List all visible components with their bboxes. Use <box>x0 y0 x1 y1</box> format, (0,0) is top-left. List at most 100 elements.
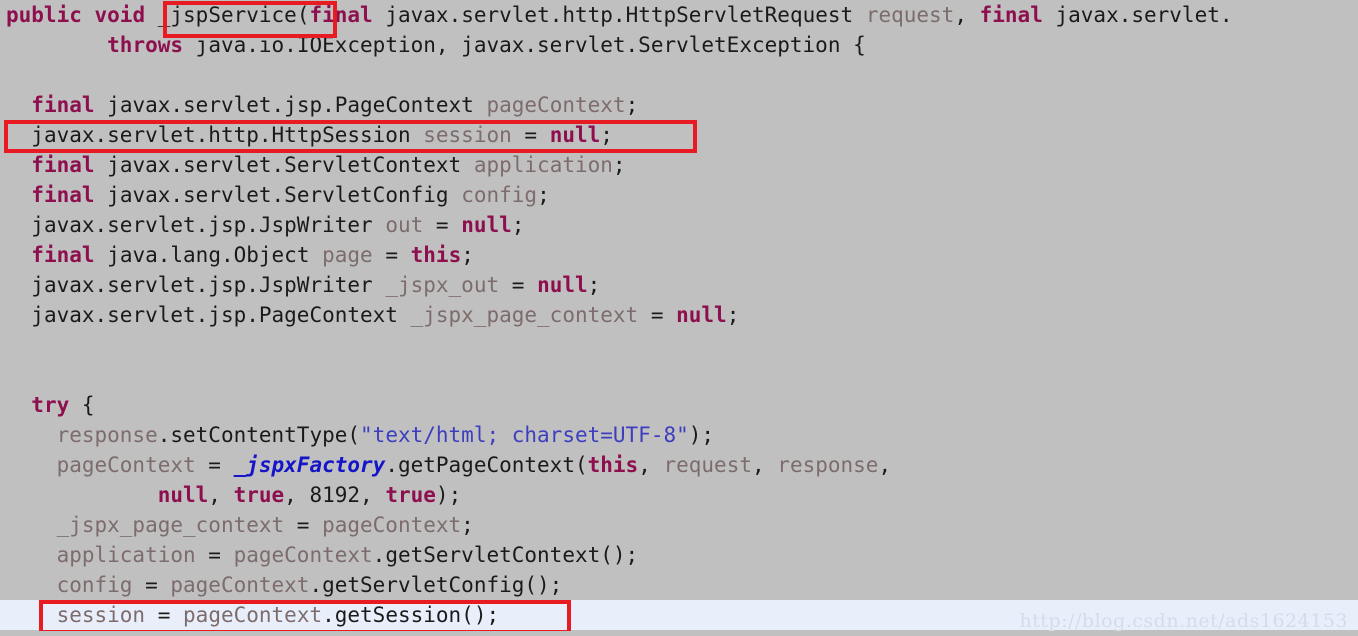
line-5-declare-session[interactable]: javax.servlet.http.HttpSession session =… <box>0 120 1358 150</box>
code-token: final <box>309 3 373 27</box>
code-token: , <box>208 483 234 507</box>
code-token: true <box>233 483 285 507</box>
code-token: javax.servlet.ServletConfig <box>107 183 449 207</box>
code-token: ; <box>612 153 626 177</box>
code-token: this <box>587 453 639 477</box>
code-token: final <box>979 3 1043 27</box>
code-token: true <box>385 483 436 507</box>
code-token: 8192 <box>309 483 361 507</box>
line-18-assign-jspx-page-context[interactable]: _jspx_page_context = pageContext; <box>0 510 1358 540</box>
code-token: config <box>461 183 538 207</box>
line-20-assign-config[interactable]: config = pageContext.getServletConfig(); <box>0 570 1358 600</box>
line-17-get-page-context-args[interactable]: null, true, 8192, true); <box>0 480 1358 510</box>
code-token: config <box>56 573 133 597</box>
code-token: = <box>195 453 234 477</box>
line-14-try[interactable]: try { <box>0 390 1358 420</box>
code-token: pageContext <box>486 93 626 117</box>
code-token: java.lang.Object <box>107 243 310 267</box>
code-token: null <box>461 213 512 237</box>
code-token: null <box>157 483 209 507</box>
line-6-declare-application[interactable]: final javax.servlet.ServletContext appli… <box>0 150 1358 180</box>
line-10-declare-jspx-out[interactable]: javax.servlet.jsp.JspWriter _jspx_out = … <box>0 270 1358 300</box>
code-token: = <box>638 303 677 327</box>
code-token: null <box>676 303 727 327</box>
line-4-declare-pagecontext[interactable]: final javax.servlet.jsp.PageContext page… <box>0 90 1358 120</box>
code-token: session <box>423 123 512 147</box>
line-12-blank[interactable] <box>0 330 1358 360</box>
code-token: javax.servlet.ServletContext <box>107 153 462 177</box>
code-token: ; <box>537 183 550 207</box>
code-token: javax.servlet.jsp.JspWriter <box>31 273 373 297</box>
code-token: , <box>638 453 664 477</box>
code-token: , <box>360 483 386 507</box>
watermark-url: http://blog.csdn.net/ads1624153 <box>1019 610 1348 632</box>
line-9-declare-page[interactable]: final java.lang.Object page = this; <box>0 240 1358 270</box>
code-token: final <box>31 183 95 207</box>
code-body[interactable]: public void _jspService(final javax.serv… <box>0 0 1358 630</box>
code-token: .setContentType( <box>157 423 361 447</box>
line-11-declare-jspx-page-context[interactable]: javax.servlet.jsp.PageContext _jspx_page… <box>0 300 1358 330</box>
code-token: , <box>954 3 980 27</box>
code-token: public <box>6 3 82 27</box>
code-token: ; <box>511 213 525 237</box>
line-19-assign-application[interactable]: application = pageContext.getServletCont… <box>0 540 1358 570</box>
code-token: null <box>549 123 601 147</box>
code-token: final <box>31 93 95 117</box>
code-token: javax.servlet.http.HttpSession <box>31 123 411 147</box>
code-token: application <box>473 153 613 177</box>
code-token: = <box>132 573 171 597</box>
line-2-throws[interactable]: throws java.io.IOException, javax.servle… <box>0 30 1358 60</box>
code-token: try <box>31 393 70 417</box>
line-3-blank[interactable] <box>0 60 1358 90</box>
code-token: ); <box>435 483 462 507</box>
code-token: out <box>385 213 424 237</box>
line-15-set-content-type[interactable]: response.setContentType("text/html; char… <box>0 420 1358 450</box>
code-token: .getServletConfig(); <box>309 573 563 597</box>
code-editor-screenshot: public void _jspService(final javax.serv… <box>0 0 1358 636</box>
code-token: , <box>878 453 892 477</box>
code-token: javax.servlet.http.HttpServletRequest <box>385 3 854 27</box>
line-1-method-signature[interactable]: public void _jspService(final javax.serv… <box>0 0 1358 30</box>
code-token: ; <box>461 243 474 267</box>
code-token: response <box>777 453 879 477</box>
code-token: application <box>56 543 196 567</box>
code-token: ( <box>296 3 310 27</box>
code-token: .getSession(); <box>322 603 500 627</box>
code-token: pageContext <box>322 513 462 537</box>
code-token: final <box>31 153 95 177</box>
line-8-declare-out[interactable]: javax.servlet.jsp.JspWriter out = null; <box>0 210 1358 240</box>
code-token: throws <box>107 33 184 57</box>
code-token: = <box>195 543 234 567</box>
code-token: ; <box>600 123 613 147</box>
line-16-get-page-context[interactable]: pageContext = _jspxFactory.getPageContex… <box>0 450 1358 480</box>
code-token: _jspx_out <box>385 273 500 297</box>
code-token: page <box>322 243 373 267</box>
line-7-declare-config[interactable]: final javax.servlet.ServletConfig config… <box>0 180 1358 210</box>
code-token: = <box>511 123 550 147</box>
code-token: , <box>752 453 778 477</box>
code-token: java.io.IOException, javax.servlet.Servl… <box>195 33 866 57</box>
line-13-blank[interactable] <box>0 360 1358 390</box>
